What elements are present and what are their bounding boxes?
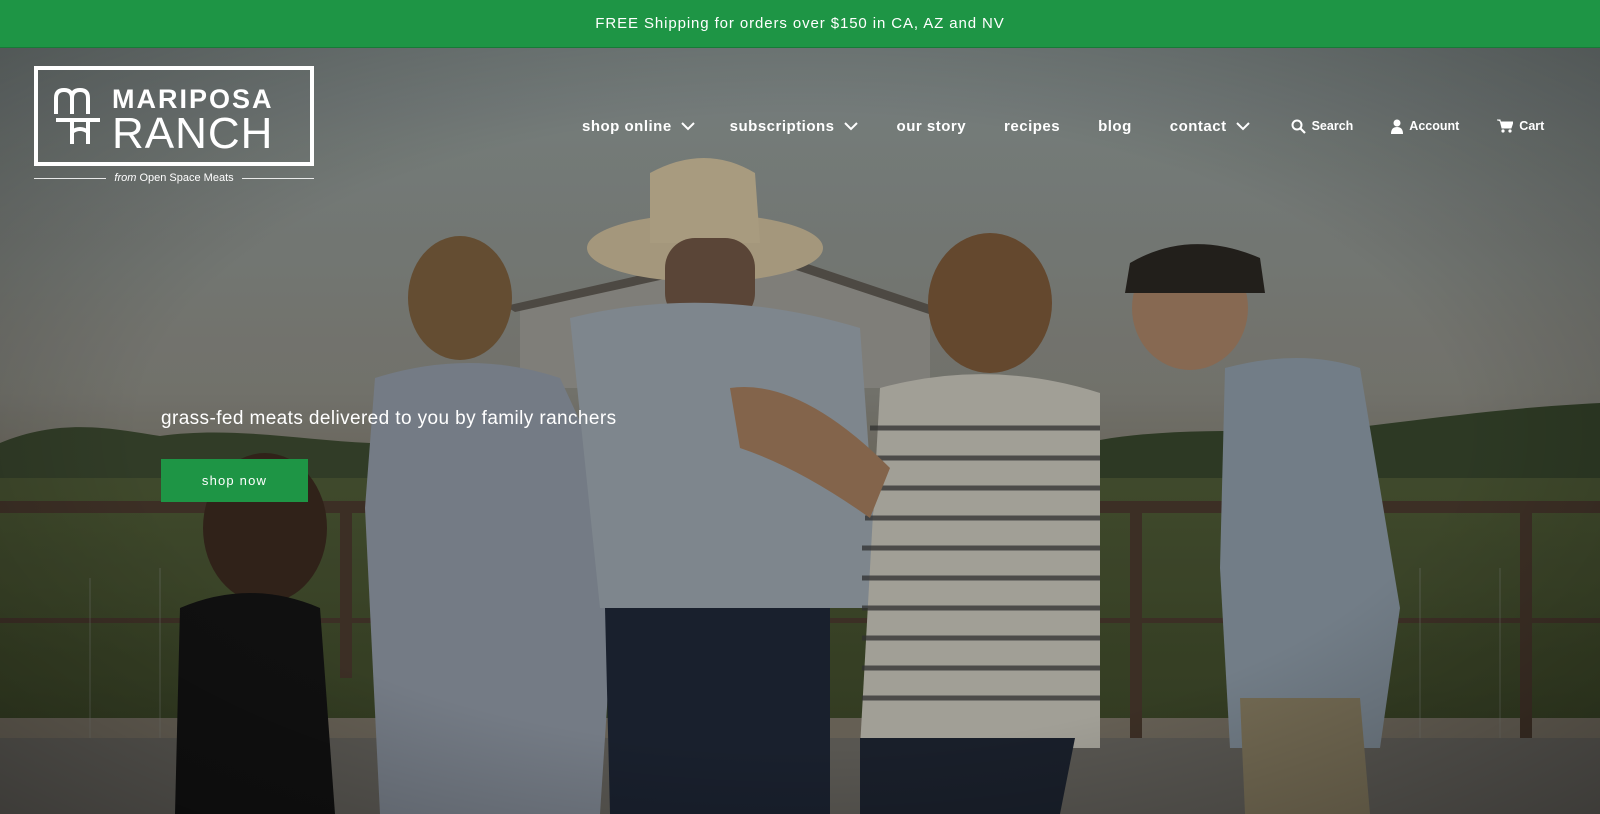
nav-item-label: blog	[1098, 117, 1132, 135]
nav-item-label: contact	[1169, 117, 1227, 135]
logo-from: from	[114, 172, 137, 184]
chevron-down-icon	[680, 122, 695, 131]
logo-tagline-text: from Open Space Meats	[114, 172, 233, 184]
search-link[interactable]: Search	[1291, 119, 1354, 134]
nav-item-our-story[interactable]: our story	[897, 118, 967, 135]
logo[interactable]: MARIPOSA RANCH from Open Space Meats	[34, 66, 315, 186]
announcement-text: FREE Shipping for orders over $150 in CA…	[595, 15, 1005, 32]
nav-item-recipes[interactable]: recipes	[1004, 118, 1060, 135]
account-icon	[1391, 119, 1404, 134]
nav-item-contact[interactable]: contact	[1170, 118, 1251, 135]
chevron-down-icon	[1235, 122, 1250, 131]
logo-mark-icon	[54, 87, 100, 144]
logo-tagline: from Open Space Meats	[34, 170, 315, 186]
nav-item-label: recipes	[1004, 117, 1061, 135]
search-label: Search	[1311, 119, 1354, 133]
logo-rule-right	[241, 177, 315, 179]
nav-item-label: shop online	[582, 117, 672, 135]
cart-link[interactable]: Cart	[1497, 119, 1544, 133]
site-header: MARIPOSA RANCH from Open Space Meats sho…	[0, 48, 1600, 198]
account-link[interactable]: Account	[1391, 119, 1459, 134]
nav-item-subscriptions[interactable]: subscriptions	[730, 118, 859, 135]
nav-item-shop-online[interactable]: shop online	[582, 118, 696, 135]
nav-item-label: subscriptions	[729, 117, 835, 135]
main-nav: shop online subscriptions our story reci…	[582, 112, 1544, 140]
nav-item-blog[interactable]: blog	[1098, 118, 1132, 135]
hero-tagline: grass-fed meats delivered to you by fami…	[161, 408, 617, 429]
search-icon	[1291, 119, 1306, 134]
logo-line2: RANCH	[112, 109, 274, 158]
cart-icon	[1497, 119, 1514, 133]
cart-label: Cart	[1519, 119, 1545, 133]
logo-rule-left	[34, 177, 107, 179]
announcement-bar: FREE Shipping for orders over $150 in CA…	[0, 0, 1600, 48]
chevron-down-icon	[843, 122, 858, 131]
shop-now-button[interactable]: shop now	[161, 459, 308, 502]
logo-frame: MARIPOSA RANCH	[34, 66, 314, 166]
nav-item-label: our story	[896, 117, 967, 135]
account-label: Account	[1409, 119, 1460, 133]
logo-brand: Open Space Meats	[139, 172, 234, 184]
